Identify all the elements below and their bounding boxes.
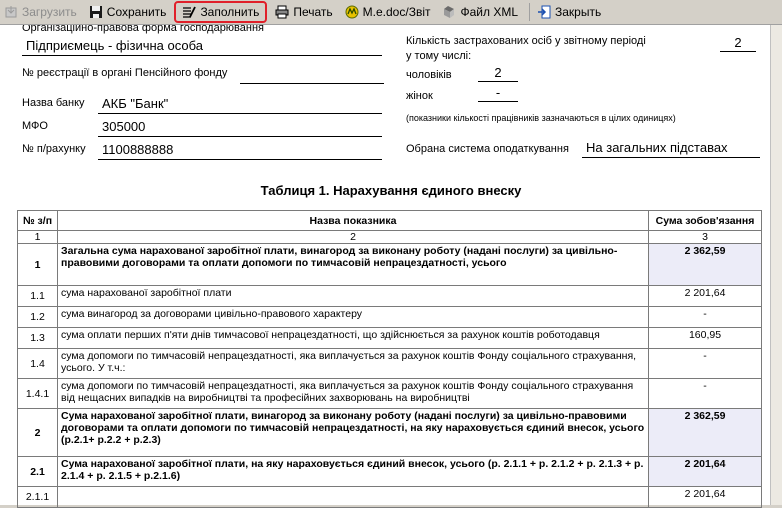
header-indicator-name: Назва показника (57, 210, 649, 231)
table-title: Таблиця 1. Нарахування єдиного внеску (260, 183, 522, 198)
header-number: № з/п (17, 210, 58, 231)
row-indicator-name: сума нарахованої заробітної плати (57, 285, 649, 307)
row-number: 1.3 (17, 327, 58, 349)
table-row: 1.4 сума допомоги по тимчасовій непрацезд… (17, 348, 762, 379)
save-button[interactable]: Сохранить (85, 2, 171, 22)
print-icon (275, 5, 289, 19)
org-form-label: Організаційно-правова форма господарюван… (22, 25, 264, 34)
row-indicator-name: сума допомоги по тимчасовій непрацездатн… (57, 378, 649, 409)
bank-label: Назва банку (22, 97, 85, 109)
print-button[interactable]: Печать (271, 2, 336, 22)
row-amount[interactable]: 2 201,64 (648, 486, 762, 508)
row-indicator-name (57, 486, 649, 508)
row-indicator-name: Загальна сума нарахованої заробітної пла… (57, 243, 649, 286)
mfo-label: МФО (22, 120, 48, 132)
row-number: 2 (17, 408, 58, 457)
pension-reg-label: № реєстрації в органі Пенсійного фонду (22, 67, 228, 79)
row-amount[interactable]: - (648, 378, 762, 409)
header-amount: Сума зобов'язання (648, 210, 762, 231)
xml-file-button[interactable]: Файл XML (438, 2, 522, 22)
org-form-field[interactable]: Підприємець - фізична особа (22, 36, 382, 56)
row-number: 1.1 (17, 285, 58, 307)
table-row: 2 Сума нарахованої заробітної плати, вина… (17, 408, 762, 457)
bank-field[interactable]: АКБ "Банк" (98, 94, 382, 114)
women-field[interactable]: - (478, 84, 518, 102)
row-number: 1 (17, 243, 58, 286)
insured-count-label: Кількість застрахованих осіб у звітному … (406, 35, 646, 47)
row-indicator-name: сума допомоги по тимчасовій непрацездатн… (57, 348, 649, 379)
mfo-field[interactable]: 305000 (98, 117, 382, 137)
medoc-report-button[interactable]: M.e.doc/Звіт (341, 2, 435, 22)
load-icon (4, 5, 18, 19)
toolbar: Загрузить Сохранить Заполнить Печать M.e… (0, 0, 782, 25)
men-field[interactable]: 2 (478, 64, 518, 82)
row-amount[interactable]: - (648, 348, 762, 379)
close-button[interactable]: Закрыть (533, 2, 605, 22)
row-indicator-name: сума оплати перших п'яти днів тимчасової… (57, 327, 649, 349)
row-indicator-name: Сума нарахованої заробітної плати, на як… (57, 456, 649, 487)
insured-subtitle: у тому числі: (406, 50, 472, 62)
floppy-disk-icon (89, 5, 103, 19)
women-label: жінок (406, 90, 433, 102)
table-row: 1.4.1 сума допомоги по тимчасовій непраце… (17, 378, 762, 409)
table-row: 1 Загальна сума нарахованої заробітної пл… (17, 243, 762, 286)
toolbar-separator (529, 3, 530, 21)
row-amount[interactable]: 160,95 (648, 327, 762, 349)
table-index-row: 1 2 3 (17, 230, 762, 244)
index-cell: 3 (648, 230, 762, 244)
index-cell: 2 (57, 230, 649, 244)
fill-list-icon (182, 5, 197, 19)
row-amount[interactable]: 2 362,59 (648, 408, 762, 457)
table-row: 1.1 сума нарахованої заробітної плати 2 20… (17, 285, 762, 307)
row-amount[interactable]: 2 201,64 (648, 285, 762, 307)
row-indicator-name: сума винагород за договорами цивільно-пр… (57, 306, 649, 328)
row-amount[interactable]: 2 201,64 (648, 456, 762, 487)
tax-system-field[interactable]: На загальних підставах (582, 139, 760, 158)
fill-button[interactable]: Заполнить (174, 1, 268, 23)
table-row: 1.2 сума винагород за договорами цивільно… (17, 306, 762, 328)
row-number: 1.2 (17, 306, 58, 328)
row-number: 1.4 (17, 348, 58, 379)
load-button[interactable]: Загрузить (0, 2, 81, 22)
row-number: 1.4.1 (17, 378, 58, 409)
workers-count-note: (показники кількості працівників зазнача… (406, 113, 676, 123)
index-cell: 1 (17, 230, 58, 244)
table-header-row: № з/п Назва показника Сума зобов'язання (17, 210, 762, 231)
row-number: 2.1 (17, 456, 58, 487)
xml-file-icon (442, 5, 456, 19)
exit-icon (537, 5, 551, 19)
vertical-scrollbar[interactable] (770, 25, 782, 505)
insured-total-field[interactable]: 2 (720, 34, 756, 52)
contributions-table: № з/п Назва показника Сума зобов'язання … (17, 210, 762, 508)
table-row: 1.3 сума оплати перших п'яти днів тимчасо… (17, 327, 762, 349)
medoc-icon (345, 5, 359, 19)
table-row: 2.1 Сума нарахованої заробітної плати, на… (17, 456, 762, 487)
account-field[interactable]: 1100888888 (98, 140, 382, 160)
tax-system-label: Обрана система оподаткування (406, 143, 569, 155)
row-amount[interactable]: - (648, 306, 762, 328)
row-indicator-name: Сума нарахованої заробітної плати, винаг… (57, 408, 649, 457)
men-label: чоловіків (406, 69, 452, 81)
account-label: № п/рахунку (22, 143, 86, 155)
table-row: 2.1.1 2 201,64 (17, 486, 762, 508)
row-number: 2.1.1 (17, 486, 58, 508)
pension-reg-field[interactable] (240, 64, 384, 84)
row-amount[interactable]: 2 362,59 (648, 243, 762, 286)
